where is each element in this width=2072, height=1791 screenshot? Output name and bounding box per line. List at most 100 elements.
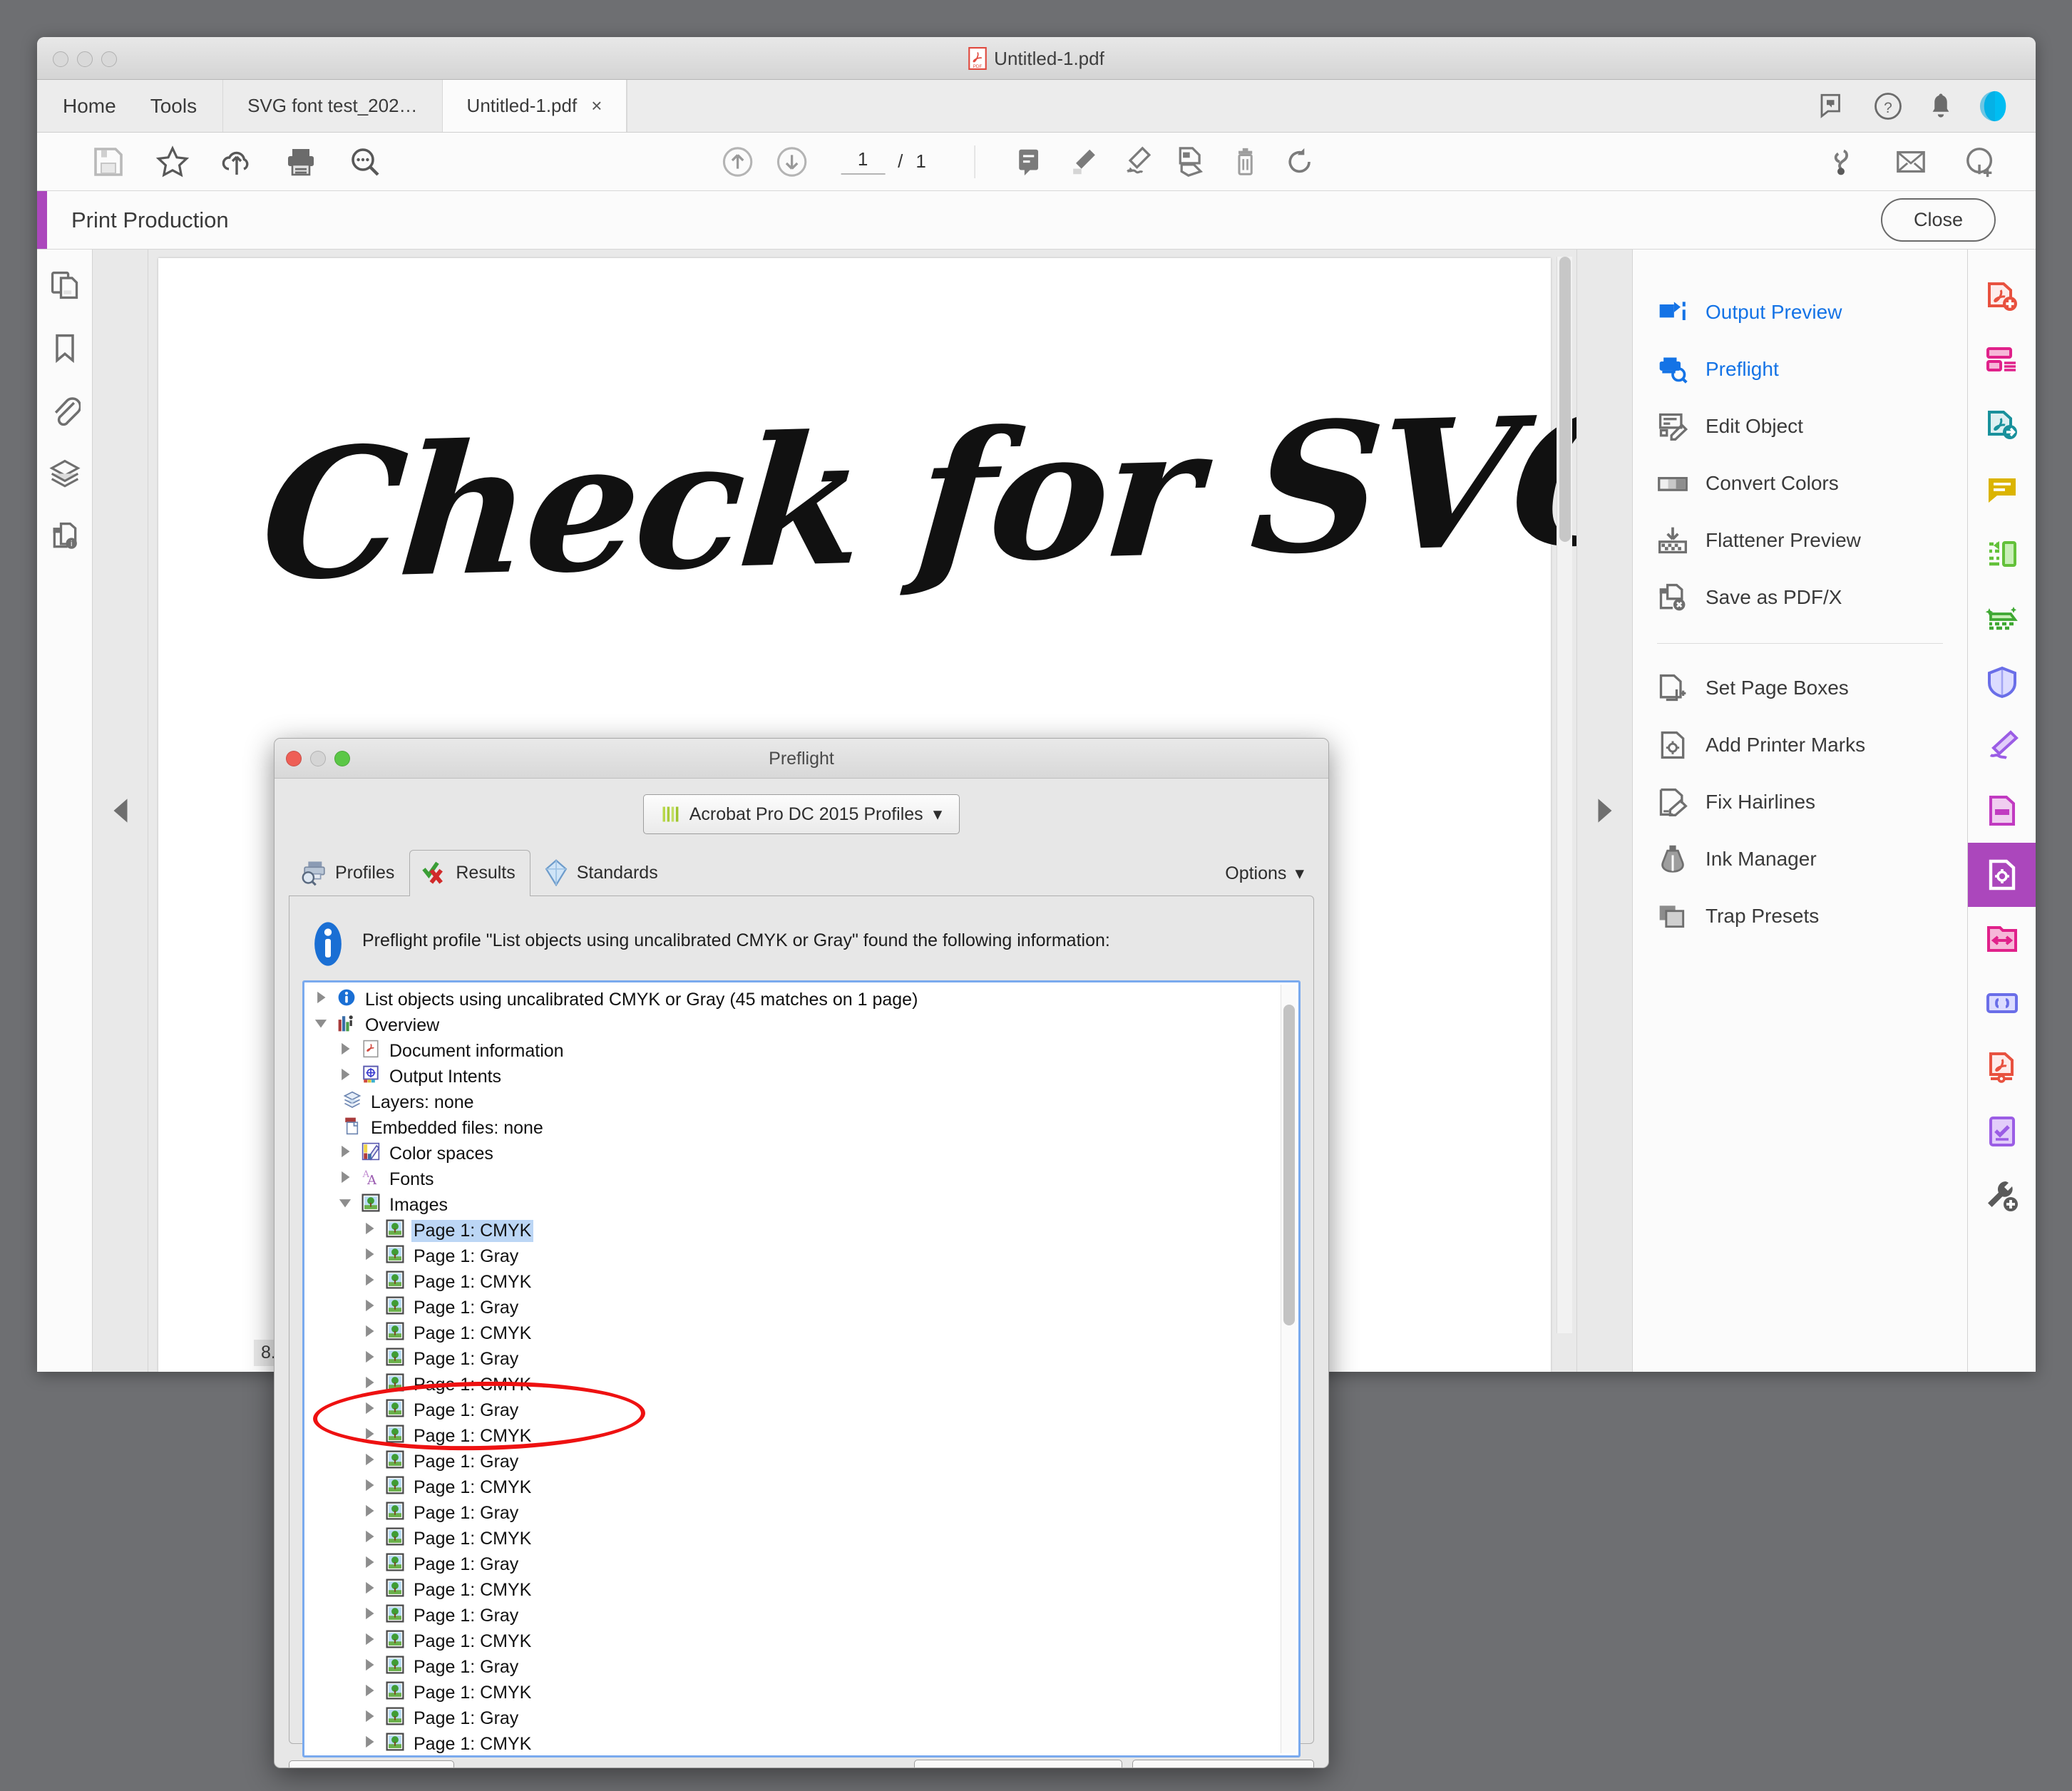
twisty-collapsed-icon[interactable]: [360, 1322, 379, 1345]
scrollbar-thumb[interactable]: [1559, 257, 1571, 542]
edge-compare-files-button[interactable]: [1968, 907, 2036, 971]
tree-item[interactable]: Page 1: CMYK: [304, 1577, 1280, 1603]
print-icon[interactable]: [284, 145, 318, 179]
tool-flattener-preview[interactable]: Flattener Preview: [1633, 512, 1967, 569]
twisty-collapsed-icon[interactable]: [336, 1065, 354, 1089]
tree-item[interactable]: Page 1: Gray: [304, 1449, 1280, 1474]
tool-set-page-boxes[interactable]: Set Page Boxes: [1633, 660, 1967, 717]
twisty-collapsed-icon[interactable]: [360, 1425, 379, 1448]
twisty-collapsed-icon[interactable]: [360, 1450, 379, 1474]
tree-item[interactable]: Page 1: Gray: [304, 1295, 1280, 1320]
tool-save-as-pdfx[interactable]: Save as PDF/X: [1633, 569, 1967, 626]
tree-vertical-scrollbar[interactable]: [1281, 985, 1296, 1753]
tool-ink-manager[interactable]: Ink Manager: [1633, 831, 1967, 888]
show-in-snap-button[interactable]: Show in Snap: [289, 1760, 454, 1768]
close-button[interactable]: Close: [1881, 198, 1996, 242]
tab-tools[interactable]: Tools: [136, 80, 223, 132]
tree-item[interactable]: Page 1: Gray: [304, 1500, 1280, 1526]
edge-redact-button[interactable]: [1968, 1035, 2036, 1099]
rotate-icon[interactable]: [1283, 145, 1316, 178]
twisty-collapsed-icon[interactable]: [360, 1296, 379, 1320]
twisty-collapsed-icon[interactable]: [360, 1219, 379, 1243]
stamp-icon[interactable]: [1175, 145, 1208, 178]
twisty-collapsed-icon[interactable]: [336, 1040, 354, 1063]
tree-item[interactable]: Page 1: CMYK: [304, 1372, 1280, 1397]
tree-item[interactable]: Page 1: CMYK: [304, 1320, 1280, 1346]
tree-item[interactable]: Page 1: CMYK: [304, 1474, 1280, 1500]
comment-icon[interactable]: [1012, 145, 1045, 178]
twisty-expanded-icon[interactable]: [336, 1194, 354, 1217]
tree-item[interactable]: Page 1: CMYK: [304, 1269, 1280, 1295]
tree-item[interactable]: Page 1: Gray: [304, 1346, 1280, 1372]
twisty-collapsed-icon[interactable]: [360, 1245, 379, 1268]
tree-item[interactable]: Layers: none: [304, 1089, 1280, 1115]
share-feedback-icon[interactable]: [1816, 91, 1847, 121]
tree-item[interactable]: Page 1: Gray: [304, 1551, 1280, 1577]
edge-enhance-scans-button[interactable]: [1968, 586, 2036, 650]
tree-item[interactable]: Output Intents: [304, 1064, 1280, 1089]
twisty-collapsed-icon[interactable]: [360, 1681, 379, 1705]
tree-item[interactable]: Color spaces: [304, 1141, 1280, 1166]
edge-fill-and-sign-button[interactable]: [1968, 714, 2036, 779]
document-vertical-scrollbar[interactable]: [1556, 257, 1572, 1333]
upload-cloud-icon[interactable]: [220, 145, 254, 179]
highlight-icon[interactable]: [1067, 145, 1099, 178]
tree-item[interactable]: Page 1: CMYK: [304, 1680, 1280, 1705]
tool-trap-presets[interactable]: Trap Presets: [1633, 888, 1967, 945]
preflight-close-button[interactable]: [286, 751, 302, 766]
edge-organize-pages-button[interactable]: [1968, 522, 2036, 586]
save-icon[interactable]: [91, 145, 125, 179]
tab-home[interactable]: Home: [37, 80, 136, 132]
page-number-input[interactable]: [841, 148, 885, 175]
bell-icon[interactable]: [1929, 91, 1953, 121]
options-menu[interactable]: Options ▾: [1225, 863, 1304, 884]
tree-item[interactable]: List objects using uncalibrated CMYK or …: [304, 987, 1280, 1012]
edge-more-tools-button[interactable]: [1968, 1164, 2036, 1228]
tool-edit-object[interactable]: Edit Object: [1633, 398, 1967, 455]
twisty-collapsed-icon[interactable]: [360, 1604, 379, 1628]
edge-combine-files-button[interactable]: [1968, 329, 2036, 394]
link-icon[interactable]: [1825, 145, 1857, 178]
tool-output-preview[interactable]: Output Preview: [1633, 284, 1967, 341]
preflight-minimize-button[interactable]: [310, 751, 326, 766]
twisty-collapsed-icon[interactable]: [360, 1579, 379, 1602]
twisty-collapsed-icon[interactable]: [360, 1553, 379, 1576]
twisty-collapsed-icon[interactable]: [360, 1707, 379, 1730]
edge-certificates-button[interactable]: [1968, 1099, 2036, 1164]
page-thumbnails-icon[interactable]: [49, 270, 81, 301]
tool-add-printer-marks[interactable]: Add Printer Marks: [1633, 717, 1967, 774]
twisty-expanded-icon[interactable]: [312, 1014, 330, 1037]
add-person-icon[interactable]: [1964, 145, 1997, 178]
twisty-collapsed-icon[interactable]: [360, 1399, 379, 1422]
twisty-collapsed-icon[interactable]: [360, 1348, 379, 1371]
document-tab-svg-font-test[interactable]: SVG font test_202…: [223, 80, 442, 132]
layers-icon[interactable]: [49, 458, 81, 489]
tree-item[interactable]: Images: [304, 1192, 1280, 1218]
tree-item[interactable]: Page 1: CMYK: [304, 1423, 1280, 1449]
edge-comment-button[interactable]: [1968, 458, 2036, 522]
email-icon[interactable]: [1894, 145, 1927, 178]
help-icon[interactable]: ?: [1873, 91, 1903, 121]
twisty-collapsed-icon[interactable]: [360, 1502, 379, 1525]
star-icon[interactable]: [155, 145, 190, 179]
scrollbar-thumb[interactable]: [1283, 1005, 1295, 1325]
content-info-icon[interactable]: i: [49, 520, 81, 552]
profile-selector-button[interactable]: Acrobat Pro DC 2015 Profiles ▾: [643, 794, 960, 834]
tool-convert-colors[interactable]: Convert Colors: [1633, 455, 1967, 512]
twisty-collapsed-icon[interactable]: [360, 1630, 379, 1653]
tree-item[interactable]: Overview: [304, 1012, 1280, 1038]
bookmarks-icon[interactable]: [49, 332, 81, 364]
tool-preflight[interactable]: Preflight: [1633, 341, 1967, 398]
edge-prepare-form-button[interactable]: [1968, 971, 2036, 1035]
tree-item[interactable]: Page 1: Gray: [304, 1654, 1280, 1680]
preflight-results-tree[interactable]: List objects using uncalibrated CMYK or …: [302, 980, 1301, 1757]
twisty-collapsed-icon[interactable]: [360, 1476, 379, 1499]
page-up-icon[interactable]: [721, 145, 754, 178]
next-page-arrow[interactable]: [1576, 250, 1632, 1372]
avatar[interactable]: [1979, 90, 2011, 123]
tree-item[interactable]: Page 1: Gray: [304, 1397, 1280, 1423]
tree-item[interactable]: Page 1: CMYK: [304, 1218, 1280, 1243]
create-report-button[interactable]: Create Report...: [1132, 1760, 1314, 1768]
embed-audit-trail-button[interactable]: Embed Audit Trail...: [914, 1760, 1122, 1768]
tab-profiles[interactable]: Profiles: [289, 850, 409, 896]
